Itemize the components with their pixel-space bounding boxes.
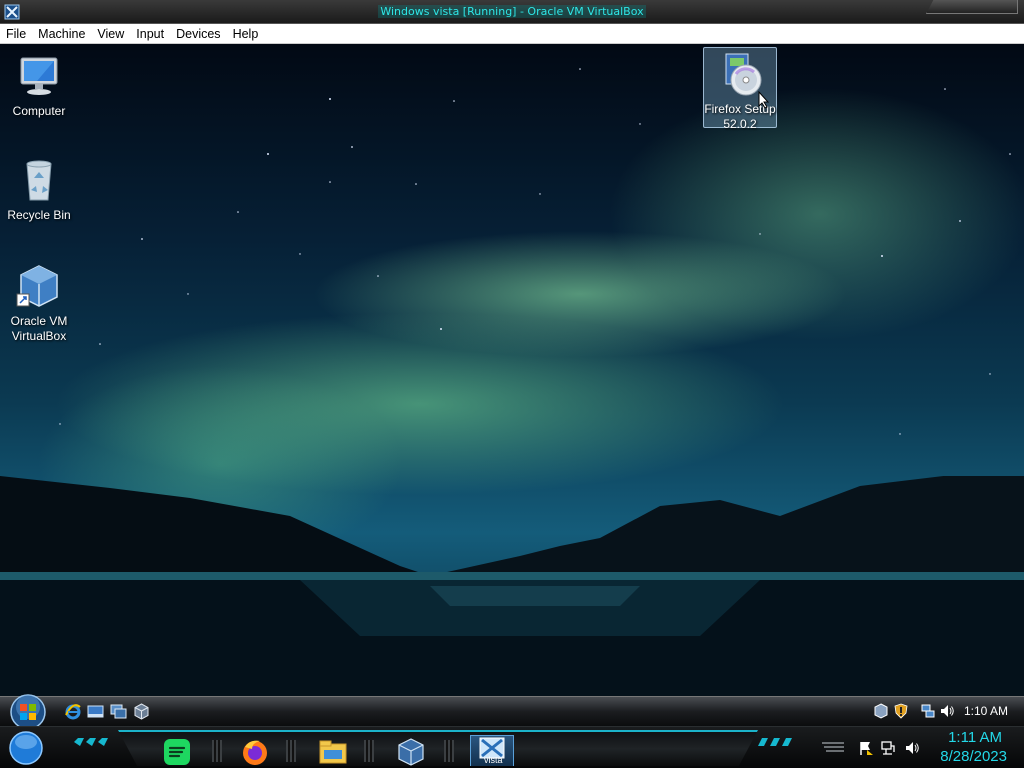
dock-decoration-left <box>74 738 108 746</box>
guest-desktop[interactable]: Computer Recycle Bin Oracle VM VirtualBo… <box>0 44 1024 696</box>
menu-view[interactable]: View <box>91 24 130 44</box>
desktop-icon-label: Computer <box>12 104 66 118</box>
window-title-bar[interactable]: Windows vista [Running] - Oracle VM Virt… <box>0 0 1024 24</box>
action-center-flag-icon[interactable] <box>858 740 874 756</box>
window-controls[interactable] <box>926 0 1018 14</box>
desktop-icon-label-line2: 52.0.2 <box>723 117 757 131</box>
virtualbox-tray-icon[interactable] <box>873 703 889 719</box>
dock-separator <box>286 740 296 762</box>
menu-file[interactable]: File <box>0 24 32 44</box>
file-explorer-icon[interactable] <box>318 737 348 767</box>
window-title: Windows vista [Running] - Oracle VM Virt… <box>378 5 646 18</box>
dock-separator <box>364 740 374 762</box>
dock-rail: vista <box>118 730 758 766</box>
host-clock-date[interactable]: 8/28/2023 <box>940 748 1007 765</box>
internet-explorer-icon[interactable] <box>64 703 81 720</box>
menu-devices[interactable]: Devices <box>170 24 226 44</box>
virtualbox-icon[interactable] <box>396 737 426 767</box>
desktop-icon-virtualbox[interactable]: Oracle VM VirtualBox <box>2 262 76 344</box>
desktop-icon-firefox-setup[interactable]: Firefox Setup 52.0.2 <box>703 47 777 131</box>
desktop-icon-label-line2: VirtualBox <box>11 329 67 343</box>
menu-input[interactable]: Input <box>130 24 170 44</box>
mountain-lake-scenery <box>0 476 1024 696</box>
host-dock-bar: vista 1:11 AM 8/28/2023 <box>0 726 1024 768</box>
network-icon[interactable] <box>880 740 896 756</box>
desktop-icon-recycle-bin[interactable]: Recycle Bin <box>2 156 76 223</box>
desktop-icon-label: Recycle Bin <box>7 208 71 222</box>
dock-separator <box>444 740 454 762</box>
vista-vm-dock-item[interactable]: vista <box>470 735 514 766</box>
menu-bar: File Machine View Input Devices Help <box>0 24 1024 44</box>
host-clock-time[interactable]: 1:11 AM <box>948 729 1002 746</box>
network-icon[interactable] <box>920 703 936 719</box>
dock-grip-icon <box>822 742 844 752</box>
firefox-setup-icon <box>725 53 762 96</box>
computer-icon <box>20 57 58 95</box>
dock-decoration-right <box>758 738 792 746</box>
guest-taskbar: 1:10 AM <box>0 694 1024 730</box>
virtualbox-icon <box>16 265 58 307</box>
firefox-icon[interactable] <box>240 737 270 767</box>
menu-help[interactable]: Help <box>227 24 265 44</box>
spotify-icon[interactable] <box>162 737 192 767</box>
recycle-bin-icon <box>26 160 52 201</box>
host-start-orb[interactable] <box>8 730 44 766</box>
security-shield-icon[interactable] <box>893 703 909 719</box>
vista-vm-label: vista <box>484 755 503 765</box>
switch-windows-icon[interactable] <box>110 703 127 720</box>
guest-clock[interactable]: 1:10 AM <box>964 704 1008 718</box>
mouse-cursor-icon <box>758 91 770 109</box>
menu-machine[interactable]: Machine <box>32 24 91 44</box>
volume-icon[interactable] <box>939 703 955 719</box>
volume-icon[interactable] <box>904 740 920 756</box>
desktop-icon-label-line1: Oracle VM <box>10 314 68 328</box>
dock-separator <box>212 740 222 762</box>
show-desktop-icon[interactable] <box>87 703 104 720</box>
desktop-icon-computer[interactable]: Computer <box>2 52 76 119</box>
virtualbox-icon[interactable] <box>133 703 150 720</box>
